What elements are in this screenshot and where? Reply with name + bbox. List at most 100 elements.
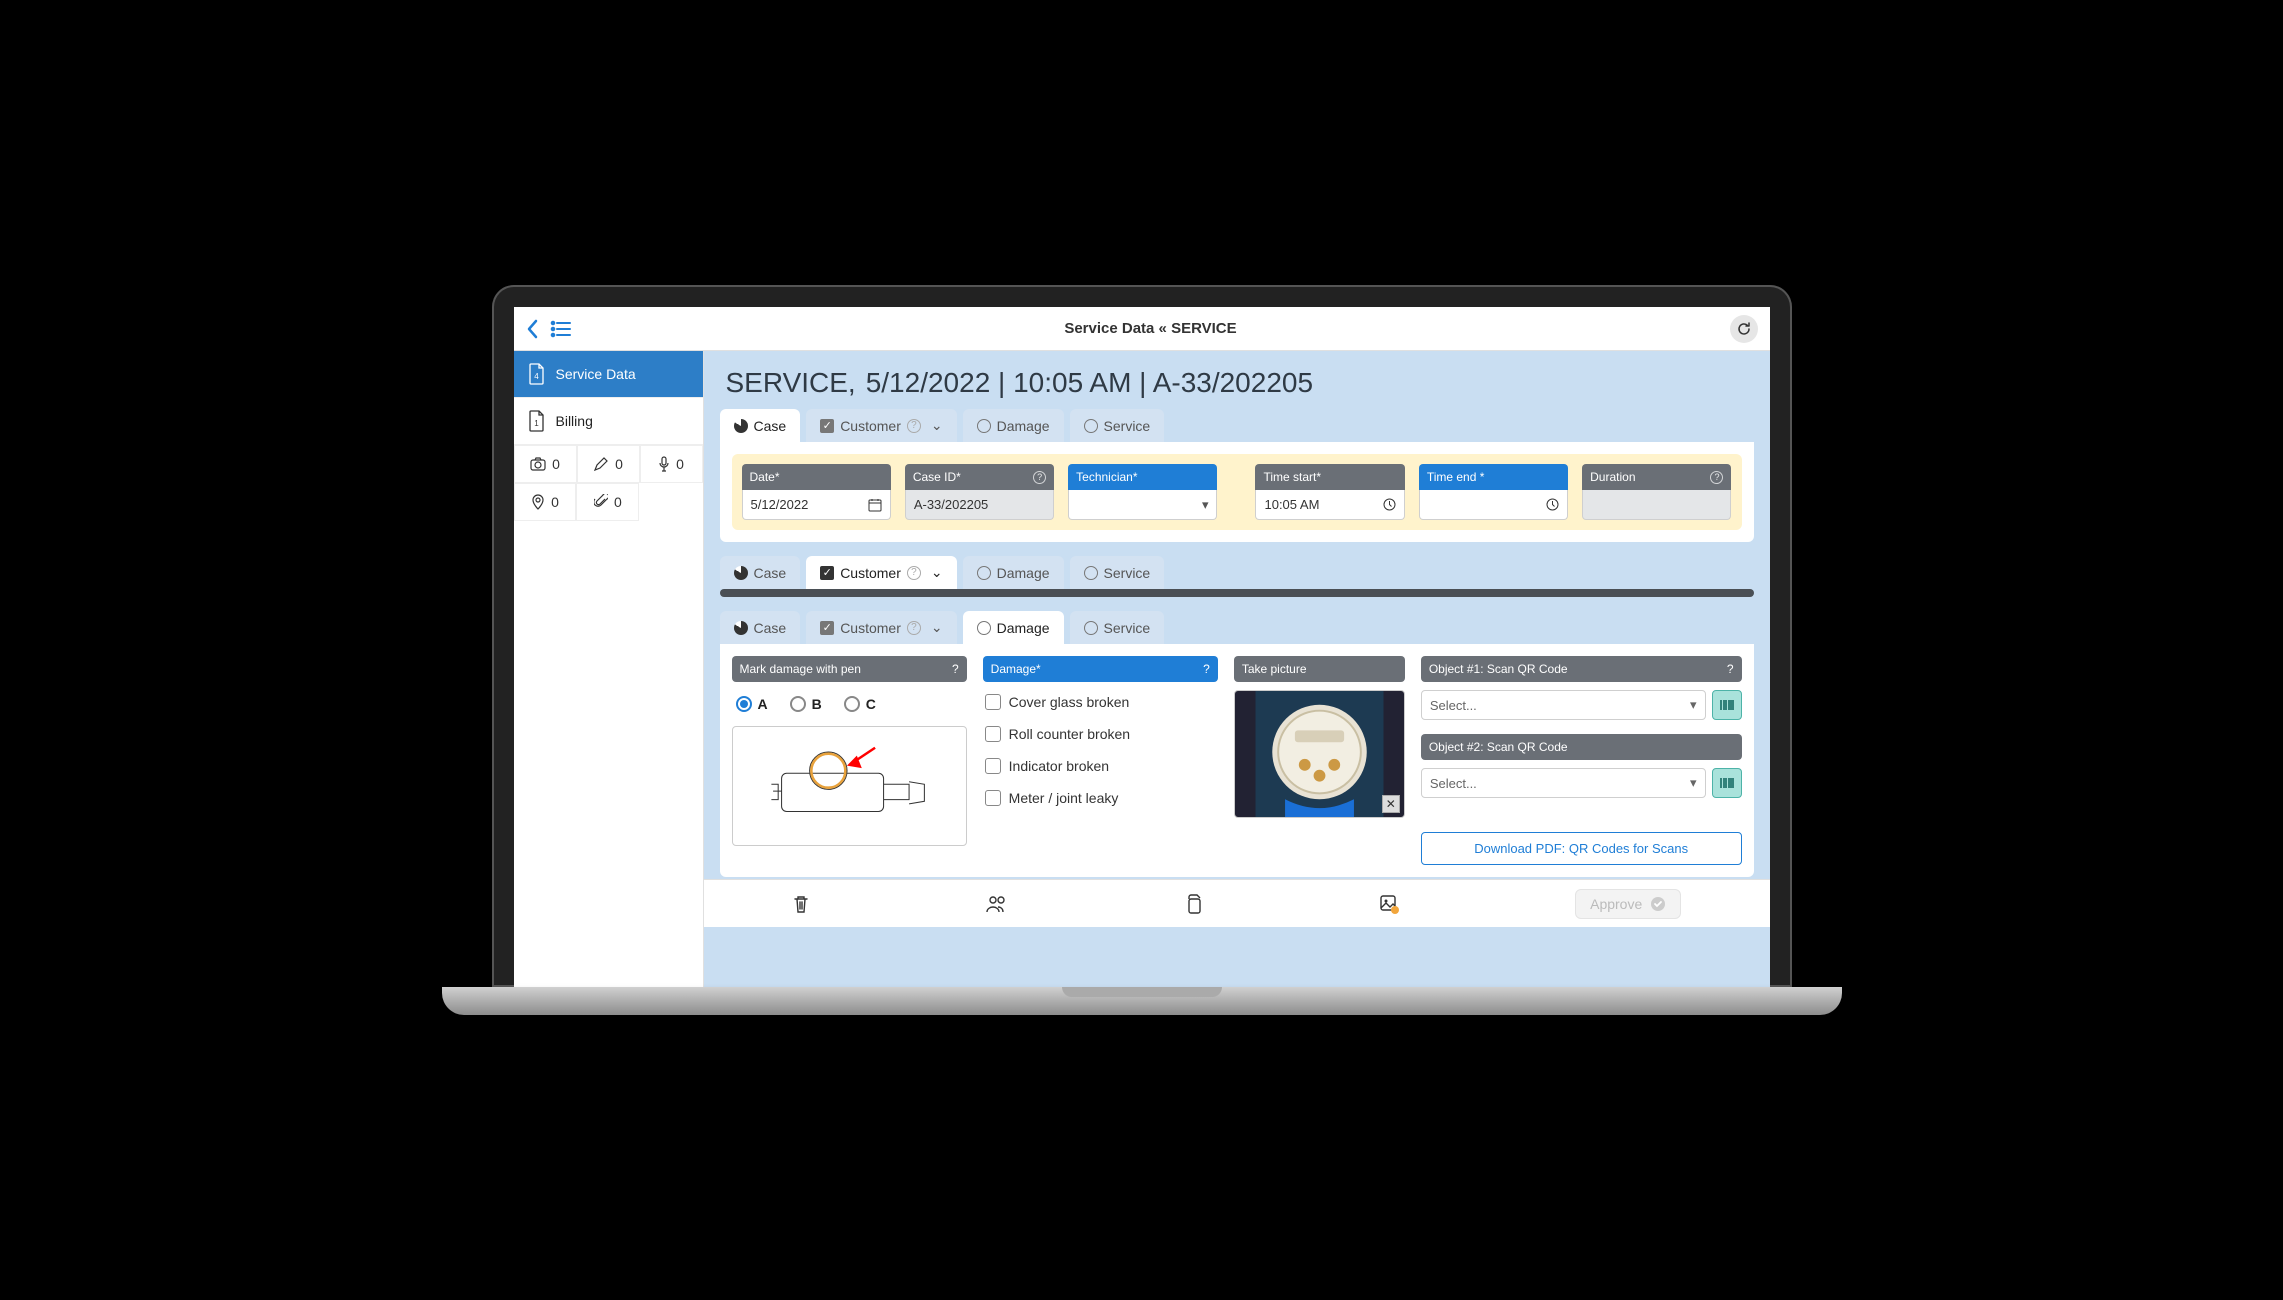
trash-icon	[792, 894, 810, 914]
date-input[interactable]: 5/12/2022	[742, 490, 891, 520]
copy-button[interactable]	[1184, 894, 1202, 914]
radio-icon	[1084, 566, 1098, 580]
tab-damage[interactable]: Damage	[963, 409, 1064, 442]
check-icon: ✓	[820, 566, 834, 580]
radio-b[interactable]: B	[790, 696, 822, 712]
check-indicator[interactable]: Indicator broken	[983, 754, 1218, 778]
clock-icon	[1383, 498, 1396, 511]
time-start-input[interactable]: 10:05 AM	[1255, 490, 1404, 520]
calendar-icon	[868, 498, 882, 512]
image-alert-icon	[1379, 894, 1399, 914]
help-icon: ?	[907, 621, 921, 635]
radio-icon	[1084, 419, 1098, 433]
help-icon[interactable]: ?	[1710, 471, 1723, 484]
counter-mic[interactable]: 0	[640, 445, 703, 483]
approve-button[interactable]: Approve	[1575, 889, 1681, 919]
list-icon[interactable]	[550, 320, 572, 338]
tabrow-damage: Case ✓Customer?⌄ Damage Service	[704, 611, 1770, 644]
help-icon: ?	[907, 566, 921, 580]
qr2-scan-button[interactable]	[1712, 768, 1742, 798]
field-time-start: Time start* 10:05 AM	[1255, 464, 1404, 520]
technician-select[interactable]: ▾	[1068, 490, 1217, 520]
qr1-select[interactable]: Select...▾	[1421, 690, 1706, 720]
pie-icon	[734, 566, 748, 580]
damage-header: Damage*?	[983, 656, 1218, 682]
clock-icon	[1546, 498, 1559, 511]
download-pdf-button[interactable]: Download PDF: QR Codes for Scans	[1421, 832, 1742, 865]
duration-input	[1582, 490, 1731, 520]
image-alert-button[interactable]	[1379, 894, 1399, 914]
horizontal-scrollbar[interactable]	[720, 589, 1754, 597]
damage-photo[interactable]: ✕	[1234, 690, 1405, 818]
share-users-button[interactable]	[986, 895, 1008, 913]
delete-button[interactable]	[792, 894, 810, 914]
check-roll-counter[interactable]: Roll counter broken	[983, 722, 1218, 746]
help-icon[interactable]: ?	[952, 662, 959, 676]
tab-damage[interactable]: Damage	[963, 556, 1064, 589]
field-time-end: Time end *	[1419, 464, 1568, 520]
radio-icon	[1084, 621, 1098, 635]
time-end-input[interactable]	[1419, 490, 1568, 520]
case-panel: Date* 5/12/2022 Case ID*? A-33/202205 Te…	[720, 442, 1754, 542]
svg-text:1: 1	[534, 419, 539, 428]
chevron-down-icon: ⌄	[931, 417, 943, 434]
sidebar-item-billing[interactable]: 1 Billing	[514, 398, 703, 445]
pen-icon	[593, 456, 609, 472]
mark-damage-header: Mark damage with pen?	[732, 656, 967, 682]
qr1-scan-button[interactable]	[1712, 690, 1742, 720]
help-icon[interactable]: ?	[1033, 471, 1046, 484]
damage-panel: Mark damage with pen? A B C	[720, 644, 1754, 877]
tab-case[interactable]: Case	[720, 556, 801, 589]
main: SERVICE, 5/12/2022 | 10:05 AM | A-33/202…	[704, 351, 1770, 987]
radio-icon	[977, 419, 991, 433]
tab-service[interactable]: Service	[1070, 556, 1165, 589]
qr2-select[interactable]: Select...▾	[1421, 768, 1706, 798]
check-cover-glass[interactable]: Cover glass broken	[983, 690, 1218, 714]
counter-pin[interactable]: 0	[514, 483, 577, 521]
check-circle-icon	[1650, 896, 1666, 912]
back-icon[interactable]	[526, 319, 540, 339]
copy-icon	[1184, 894, 1202, 914]
mic-icon	[658, 456, 670, 472]
page-breadcrumb: Service Data « SERVICE	[582, 320, 1720, 337]
sidebar: 4 Service Data 1 Billing 0	[514, 351, 704, 987]
field-technician: Technician* ▾	[1068, 464, 1217, 520]
tab-damage[interactable]: Damage	[963, 611, 1064, 644]
help-icon[interactable]: ?	[1203, 662, 1210, 676]
radio-icon	[977, 621, 991, 635]
tab-service[interactable]: Service	[1070, 409, 1165, 442]
refresh-button[interactable]	[1730, 315, 1758, 343]
tab-customer[interactable]: ✓Customer?⌄	[806, 409, 956, 442]
help-icon[interactable]: ?	[1727, 662, 1734, 676]
counter-pen[interactable]: 0	[577, 445, 640, 483]
counter-camera[interactable]: 0	[514, 445, 577, 483]
counter-clip[interactable]: 0	[576, 483, 639, 521]
damage-drawing-area[interactable]	[732, 726, 967, 846]
take-picture-header: Take picture	[1234, 656, 1405, 682]
sidebar-item-label: Service Data	[556, 366, 636, 382]
tabrow-case: Case ✓Customer?⌄ Damage Service	[704, 409, 1770, 442]
tab-case[interactable]: Case	[720, 611, 801, 644]
radio-icon	[977, 566, 991, 580]
mark-damage-radios: A B C	[732, 690, 967, 718]
pie-icon	[734, 419, 748, 433]
field-case-id: Case ID*? A-33/202205	[905, 464, 1054, 520]
tabrow-customer: Case ✓Customer?⌄ Damage Service	[704, 556, 1770, 589]
chevron-down-icon: ⌄	[931, 564, 943, 581]
paperclip-icon	[594, 494, 608, 510]
tab-customer[interactable]: ✓Customer?⌄	[806, 611, 956, 644]
sidebar-counters-row1: 0 0 0	[514, 445, 703, 483]
tab-customer[interactable]: ✓Customer?⌄	[806, 556, 956, 589]
check-meter-leaky[interactable]: Meter / joint leaky	[983, 786, 1218, 810]
field-date: Date* 5/12/2022	[742, 464, 891, 520]
radio-a[interactable]: A	[736, 696, 768, 712]
radio-c[interactable]: C	[844, 696, 876, 712]
tab-case[interactable]: Case	[720, 409, 801, 442]
case-id-input: A-33/202205	[905, 490, 1054, 520]
tab-service[interactable]: Service	[1070, 611, 1165, 644]
pie-icon	[734, 621, 748, 635]
remove-photo-button[interactable]: ✕	[1382, 795, 1400, 813]
sidebar-item-service-data[interactable]: 4 Service Data	[514, 351, 703, 398]
sidebar-counters-row2: 0 0	[514, 483, 640, 521]
chevron-down-icon: ⌄	[931, 619, 943, 636]
